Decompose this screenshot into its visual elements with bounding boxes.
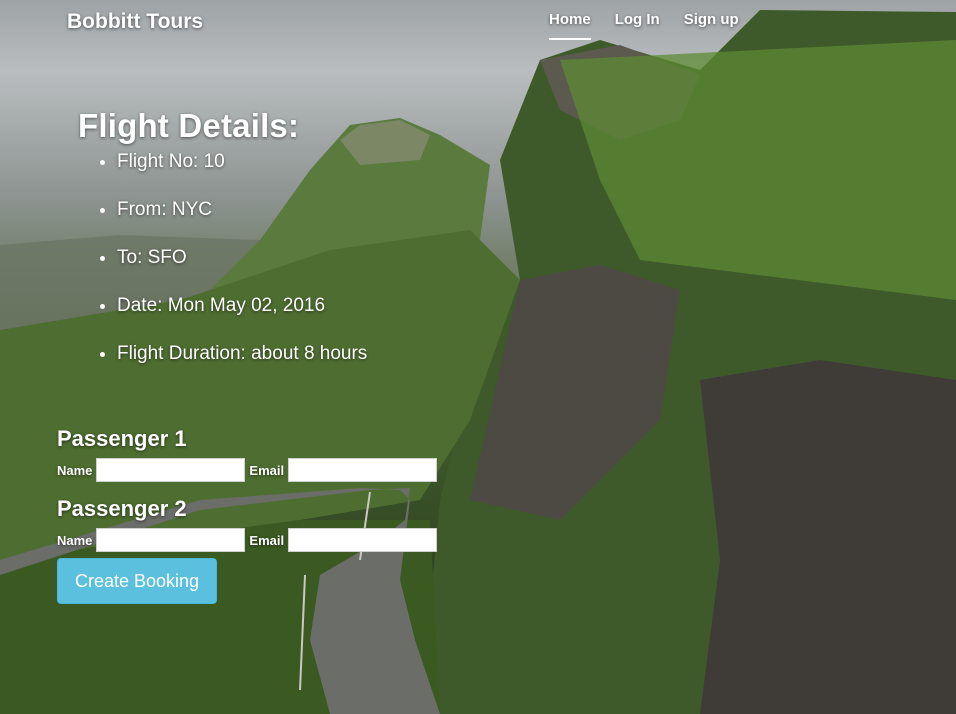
passenger-1-name-label: Name	[57, 462, 93, 478]
nav-signup-link[interactable]: Sign up	[684, 11, 739, 40]
passenger-2-name-input[interactable]	[96, 528, 246, 552]
nav-home-link[interactable]: Home	[549, 11, 591, 40]
passenger-2-heading: Passenger 2	[57, 496, 187, 521]
brand-link[interactable]: Bobbitt Tours	[67, 10, 203, 34]
passenger-1-row: Name Email	[57, 458, 441, 482]
passenger-1-name-input[interactable]	[96, 458, 246, 482]
flight-details-section: Flight Details: Flight No: 10 From: NYC …	[78, 107, 367, 391]
passenger-1-section: Passenger 1 Name Email	[57, 426, 441, 482]
flight-number-item: Flight No: 10	[117, 151, 367, 173]
flight-date-item: Date: Mon May 02, 2016	[117, 295, 367, 317]
passenger-1-heading: Passenger 1	[57, 426, 187, 451]
passenger-2-email-label: Email	[249, 532, 285, 548]
navbar: Bobbitt Tours Home Log In Sign up	[0, 0, 956, 42]
booking-form: Passenger 1 Name Email Passenger 2 Name …	[57, 426, 441, 604]
passenger-2-email-input[interactable]	[288, 528, 438, 552]
flight-details-heading: Flight Details:	[78, 107, 300, 144]
flight-origin-item: From: NYC	[117, 199, 367, 221]
flight-details-list: Flight No: 10 From: NYC To: SFO Date: Mo…	[78, 151, 367, 365]
flight-destination-item: To: SFO	[117, 247, 367, 269]
passenger-1-email-label: Email	[249, 462, 285, 478]
passenger-1-email-input[interactable]	[288, 458, 438, 482]
nav-login-link[interactable]: Log In	[615, 11, 660, 40]
flight-duration-item: Flight Duration: about 8 hours	[117, 343, 367, 365]
passenger-2-name-label: Name	[57, 532, 93, 548]
passenger-2-section: Passenger 2 Name Email	[57, 496, 441, 552]
create-booking-button[interactable]: Create Booking	[57, 558, 217, 604]
nav-links: Home Log In Sign up	[549, 11, 763, 40]
passenger-2-row: Name Email	[57, 528, 441, 552]
